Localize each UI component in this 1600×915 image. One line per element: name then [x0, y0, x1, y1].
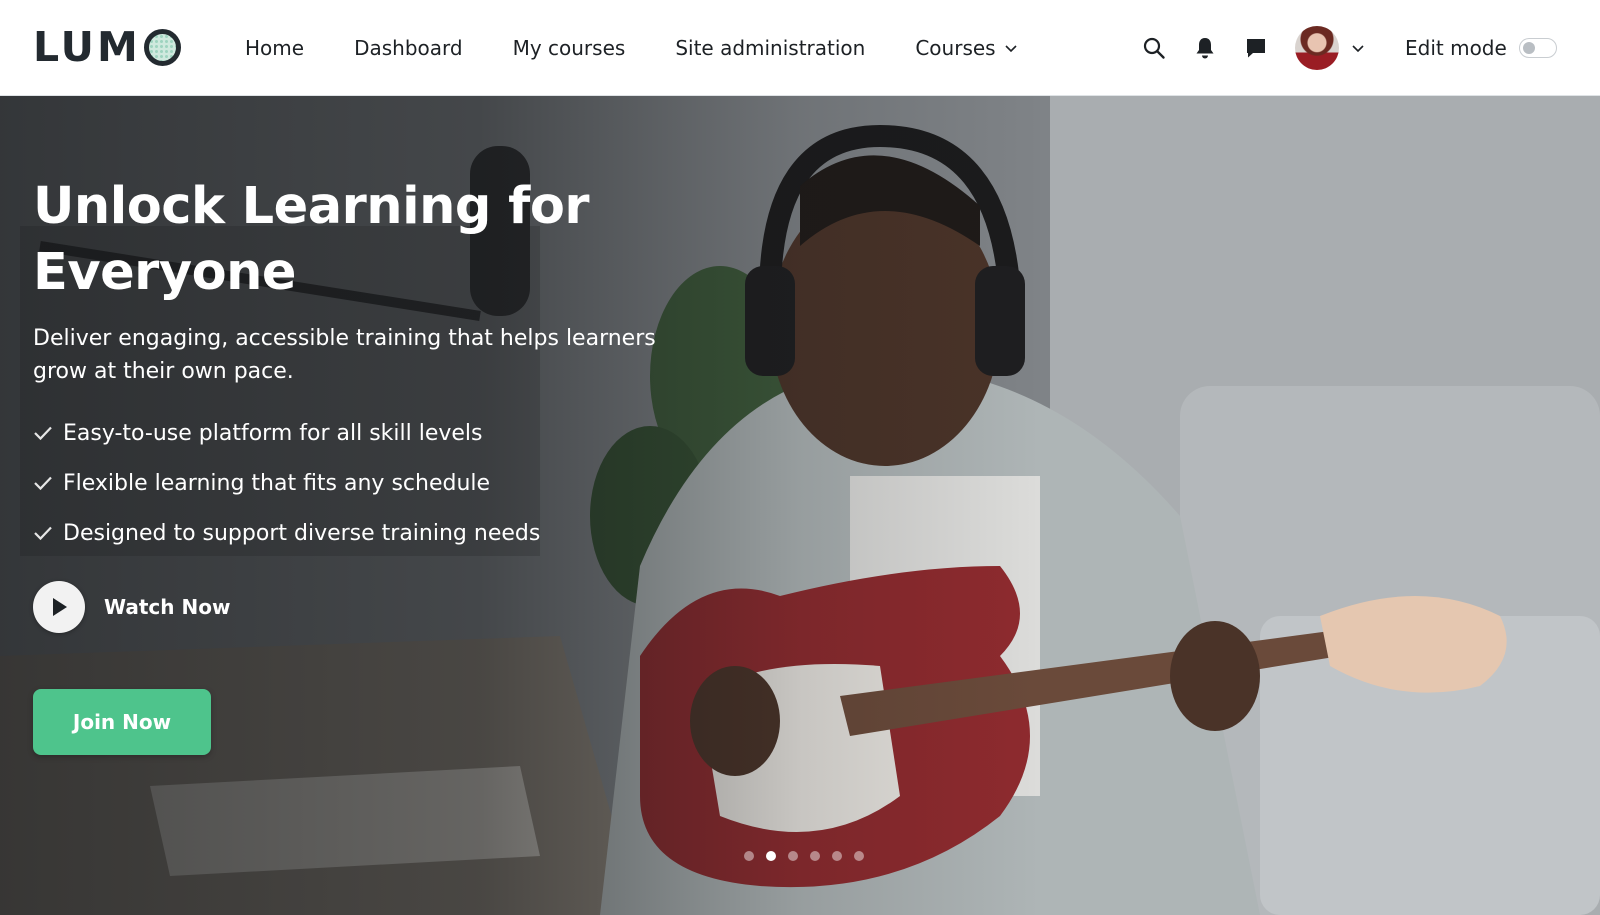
- logo-text: LUM: [33, 23, 141, 71]
- nav-dashboard[interactable]: Dashboard: [354, 36, 463, 60]
- chat-icon: [1247, 39, 1265, 58]
- carousel-dot[interactable]: [832, 851, 842, 861]
- carousel-dot[interactable]: [788, 851, 798, 861]
- nav-my-courses-label: My courses: [512, 36, 626, 60]
- edit-mode-toggle[interactable]: [1518, 38, 1557, 58]
- feature-text: Flexible learning that fits any schedule: [63, 470, 491, 496]
- watch-now-button[interactable]: Watch Now: [33, 581, 230, 633]
- feature-item: Flexible learning that fits any schedule: [33, 458, 540, 508]
- carousel-dot[interactable]: [810, 851, 820, 861]
- carousel-dot-active[interactable]: [766, 851, 776, 861]
- hero-banner: Unlock Learning for Everyone Deliver eng…: [0, 96, 1600, 915]
- toggle-knob: [1522, 42, 1535, 54]
- messages-button[interactable]: [1242, 34, 1270, 62]
- navbar-actions: Edit mode: [1140, 0, 1557, 96]
- feature-item: Easy-to-use platform for all skill level…: [33, 408, 540, 458]
- check-icon: [34, 476, 52, 491]
- feature-text: Easy-to-use platform for all skill level…: [63, 420, 483, 446]
- chevron-down-icon: [1352, 45, 1364, 53]
- brand-logo[interactable]: LUM: [33, 23, 181, 71]
- nav-site-administration[interactable]: Site administration: [675, 36, 865, 60]
- nav-home-label: Home: [245, 36, 305, 60]
- carousel-dot[interactable]: [854, 851, 864, 861]
- edit-mode-control: Edit mode: [1405, 36, 1557, 60]
- nav-my-courses[interactable]: My courses: [513, 36, 626, 60]
- watch-now-label: Watch Now: [104, 595, 231, 619]
- edit-mode-label: Edit mode: [1405, 36, 1507, 60]
- bell-icon: [1196, 38, 1214, 59]
- primary-navigation: Home Dashboard My courses Site administr…: [245, 0, 1068, 96]
- user-menu[interactable]: [1295, 26, 1365, 70]
- hero-title: Unlock Learning for Everyone: [33, 177, 590, 302]
- nav-courses-dropdown[interactable]: Courses: [915, 36, 1017, 60]
- nav-home[interactable]: Home: [245, 36, 304, 60]
- check-icon: [34, 526, 52, 541]
- user-avatar: [1295, 26, 1339, 70]
- chevron-down-icon: [1005, 45, 1017, 53]
- play-button[interactable]: [33, 581, 85, 633]
- check-icon: [34, 426, 52, 441]
- play-icon: [53, 598, 67, 616]
- carousel-dot[interactable]: [744, 851, 754, 861]
- nav-dashboard-label: Dashboard: [354, 36, 463, 60]
- feature-text: Designed to support diverse training nee…: [63, 520, 541, 546]
- join-now-button[interactable]: Join Now: [33, 689, 211, 755]
- nav-courses-label: Courses: [915, 36, 996, 60]
- notifications-button[interactable]: [1191, 34, 1219, 62]
- hero-subtitle: Deliver engaging, accessible training th…: [33, 326, 656, 384]
- search-button[interactable]: [1140, 34, 1168, 62]
- top-navbar: LUM Home Dashboard My courses Site admin…: [0, 0, 1600, 96]
- search-icon: [1143, 37, 1165, 59]
- feature-list: Easy-to-use platform for all skill level…: [33, 408, 540, 558]
- carousel-indicators: [744, 851, 876, 861]
- nav-site-administration-label: Site administration: [675, 36, 866, 60]
- logo-o-mark: [143, 28, 181, 66]
- feature-item: Designed to support diverse training nee…: [33, 508, 540, 558]
